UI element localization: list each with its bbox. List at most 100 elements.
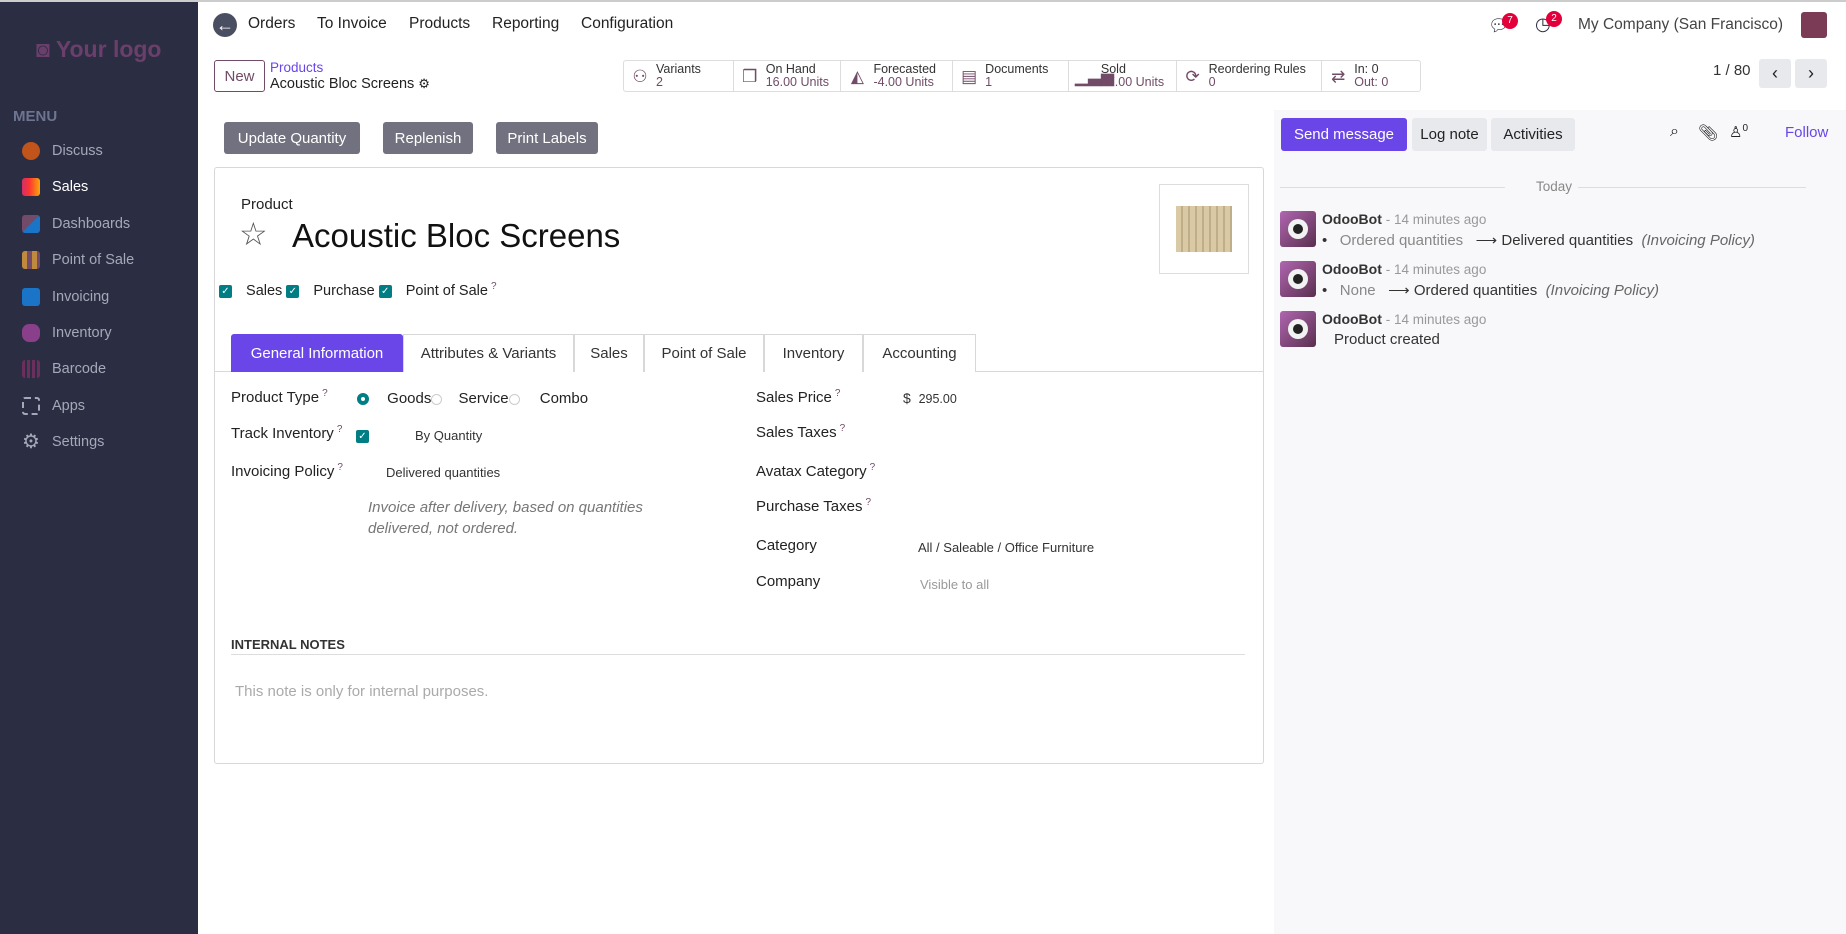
message-author[interactable]: OdooBot: [1322, 211, 1382, 227]
replenish-button[interactable]: Replenish: [383, 122, 473, 154]
help-icon[interactable]: ?: [337, 462, 343, 473]
sidebar-item-invoicing[interactable]: Invoicing: [22, 284, 109, 310]
sidebar-label: Sales: [52, 179, 89, 195]
message-author[interactable]: OdooBot: [1322, 261, 1382, 277]
goods-radio[interactable]: [357, 393, 369, 406]
help-icon[interactable]: ?: [865, 497, 871, 508]
inventory-icon: [22, 324, 40, 342]
sidebar-item-discuss[interactable]: Discuss: [22, 138, 103, 164]
tab-attributes-variants[interactable]: Attributes & Variants: [403, 334, 574, 372]
stat-value: 0: [1208, 75, 1216, 89]
sidebar-item-sales[interactable]: Sales: [22, 174, 88, 200]
stat-button-cubes[interactable]: ❒ On Hand 16.00 Units: [734, 61, 842, 91]
search-icon[interactable]: ⌕: [1670, 123, 1679, 141]
tab-point-of-sale[interactable]: Point of Sale: [644, 334, 764, 372]
stat-button-refresh[interactable]: ⟳ Reordering Rules 0: [1177, 61, 1323, 91]
purchase-taxes-label: Purchase Taxes: [756, 498, 863, 515]
avatax-category-label: Avatax Category: [756, 463, 867, 480]
barcode-icon: [22, 360, 40, 378]
followers-icon[interactable]: ♙0: [1729, 123, 1748, 141]
track-inventory-select[interactable]: By Quantity: [415, 428, 482, 443]
nav-orders[interactable]: Orders: [248, 15, 295, 33]
sales-price-field[interactable]: $ 295.00: [903, 390, 957, 406]
sidebar-item-barcode[interactable]: Barcode: [22, 356, 106, 382]
internal-notes-field[interactable]: This note is only for internal purposes.: [235, 683, 488, 700]
message-author[interactable]: OdooBot: [1322, 311, 1382, 327]
sidebar-label: Settings: [52, 434, 105, 450]
follow-button[interactable]: Follow: [1785, 124, 1828, 141]
purchase-checkbox[interactable]: ✓: [286, 284, 300, 298]
gear-icon[interactable]: ⚙: [418, 76, 430, 91]
help-icon[interactable]: ?: [491, 281, 497, 292]
log-note-button[interactable]: Log note: [1412, 118, 1487, 151]
stat-button-exchange[interactable]: ⇄ In: 0 Out: 0: [1322, 61, 1420, 91]
pos-checkbox[interactable]: ✓: [378, 284, 392, 298]
message-time: - 14 minutes ago: [1385, 312, 1487, 327]
sidebar-item-dashboards[interactable]: Dashboards: [22, 211, 130, 237]
odoobot-avatar[interactable]: [1280, 211, 1316, 247]
message-body: Product created: [1334, 331, 1440, 348]
sales-checkbox[interactable]: ✓: [219, 284, 232, 298]
help-icon[interactable]: ?: [337, 424, 343, 435]
sidebar-item-inventory[interactable]: Inventory: [22, 320, 112, 346]
product-image[interactable]: [1159, 184, 1249, 274]
document-icon: ▤: [961, 66, 978, 86]
company-field[interactable]: Visible to all: [920, 577, 989, 592]
product-name-field[interactable]: Acoustic Bloc Screens: [292, 217, 620, 255]
track-inventory-checkbox[interactable]: ✓: [356, 429, 369, 443]
help-icon[interactable]: ?: [870, 462, 876, 473]
nav-products[interactable]: Products: [409, 15, 470, 33]
nav-configuration[interactable]: Configuration: [581, 15, 673, 33]
update-quantity-button[interactable]: Update Quantity: [224, 122, 360, 154]
stat-button-signal[interactable]: ▁▃▅ Sold 47.00 Units: [1069, 61, 1177, 91]
tab-inventory[interactable]: Inventory: [764, 334, 863, 372]
service-radio[interactable]: [431, 393, 443, 405]
nav-to-invoice[interactable]: To Invoice: [317, 15, 387, 33]
category-field[interactable]: All / Saleable / Office Furniture: [918, 540, 1094, 555]
stat-value: 2: [656, 75, 663, 89]
sidebar-label: Apps: [52, 398, 86, 414]
tab-accounting[interactable]: Accounting: [863, 334, 976, 372]
help-icon[interactable]: ?: [835, 388, 841, 399]
stat-button-sitemap[interactable]: ⚇ Variants 2: [624, 61, 734, 91]
sidebar-item-point-of-sale[interactable]: Point of Sale: [22, 247, 134, 273]
paperclip-icon[interactable]: 📎︎: [1698, 123, 1718, 143]
activities-button[interactable]: Activities: [1491, 118, 1575, 151]
internal-notes-heading: INTERNAL NOTES: [231, 637, 345, 652]
user-avatar[interactable]: [1801, 12, 1827, 38]
sidebar-item-apps[interactable]: Apps: [22, 393, 85, 419]
pager-value[interactable]: 1 / 80: [1713, 62, 1751, 79]
combo-radio[interactable]: [508, 393, 520, 405]
company-label: Company: [756, 573, 821, 590]
new-value: Ordered quantities: [1413, 282, 1538, 299]
pager-previous-button[interactable]: ‹: [1759, 59, 1791, 88]
send-message-button[interactable]: Send message: [1281, 118, 1407, 151]
nav-reporting[interactable]: Reporting: [492, 15, 559, 33]
gear-icon: ⚙: [22, 431, 40, 453]
stat-button-area-chart[interactable]: ◭ Forecasted -4.00 Units: [841, 61, 954, 91]
print-labels-button[interactable]: Print Labels: [496, 122, 598, 154]
sidebar-label: Inventory: [52, 325, 112, 341]
invoicing-policy-select[interactable]: Delivered quantities: [386, 465, 500, 480]
sales-icon: [22, 178, 40, 196]
help-icon[interactable]: ?: [322, 388, 328, 399]
stat-button-document[interactable]: ▤ Documents 1: [953, 61, 1069, 91]
area-chart-icon: ◭: [850, 66, 864, 86]
breadcrumb-products[interactable]: Products: [270, 60, 323, 75]
new-button[interactable]: New: [214, 60, 265, 92]
tab-sales[interactable]: Sales: [574, 334, 644, 372]
product-type-radio: Goods Service Combo: [357, 390, 588, 407]
company-logo[interactable]: ◙ Your logo: [36, 36, 162, 63]
tab-general-information[interactable]: General Information: [231, 334, 403, 372]
odoobot-avatar[interactable]: [1280, 311, 1316, 347]
message-time: - 14 minutes ago: [1385, 262, 1487, 277]
company-switcher[interactable]: My Company (San Francisco): [1578, 16, 1783, 34]
invoicing-policy-label: Invoicing Policy: [231, 463, 335, 480]
combo-label: Combo: [539, 390, 589, 407]
odoobot-avatar[interactable]: [1280, 261, 1316, 297]
sidebar-item-settings[interactable]: ⚙ Settings: [22, 429, 104, 455]
pager-next-button[interactable]: ›: [1795, 59, 1827, 88]
star-icon[interactable]: ☆: [239, 215, 268, 253]
help-icon[interactable]: ?: [840, 423, 846, 434]
back-arrow-icon[interactable]: ←: [213, 13, 237, 37]
